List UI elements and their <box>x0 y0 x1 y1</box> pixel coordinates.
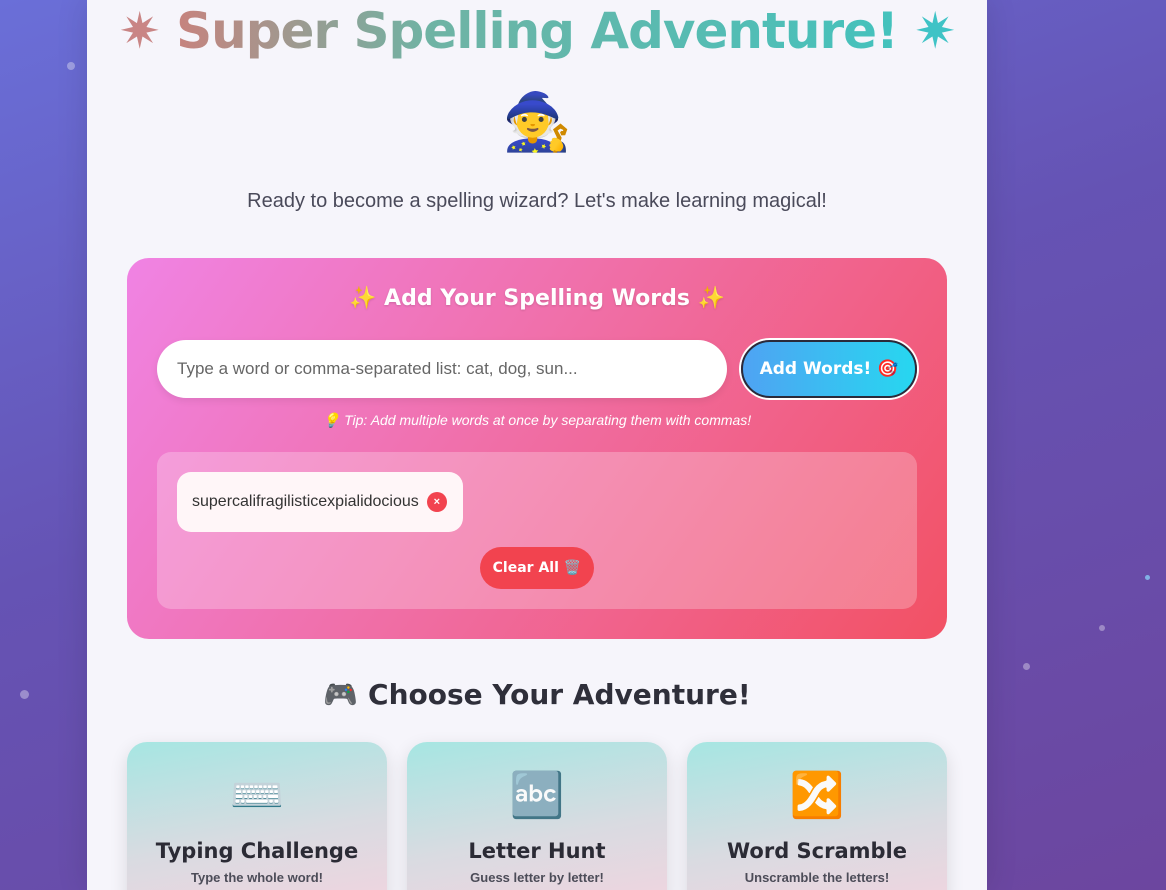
wizard-mascot-icon: 🧙 <box>502 90 572 155</box>
mode-card-word-scramble[interactable]: 🔀 Word Scramble Unscramble the letters! <box>687 742 947 890</box>
clear-all-button-label: Clear All <box>492 560 559 576</box>
abc-icon: 🔤 <box>509 770 565 821</box>
word-chip: supercalifragilisticexpialidocious × <box>177 472 463 532</box>
trash-icon: 🗑️ <box>563 560 582 576</box>
background-sparkle <box>1145 575 1150 580</box>
tip-text: 💡 Tip: Add multiple words at once by sep… <box>322 412 752 428</box>
mode-description: Guess letter by letter! <box>470 870 604 885</box>
background-sparkle <box>20 690 29 699</box>
app-title-text: Super Spelling Adventure! <box>176 2 899 60</box>
background-sparkle <box>1023 663 1030 670</box>
background-sparkle <box>1099 625 1105 631</box>
subtitle: Ready to become a spelling wizard? Let's… <box>247 190 827 212</box>
choose-adventure-heading: 🎮 Choose Your Adventure! <box>323 678 751 711</box>
star-right-icon: ✷ <box>914 2 956 60</box>
word-chip-label: supercalifragilisticexpialidocious <box>192 493 419 510</box>
add-words-button-label: Add Words! <box>759 359 872 379</box>
target-icon: 🎯 <box>877 359 899 379</box>
add-words-title: ✨ Add Your Spelling Words ✨ <box>349 286 725 311</box>
mode-title: Word Scramble <box>727 839 907 863</box>
mode-title: Typing Challenge <box>155 839 359 863</box>
word-input[interactable] <box>157 340 727 398</box>
mode-description: Unscramble the letters! <box>744 870 890 885</box>
mode-title: Letter Hunt <box>468 839 606 863</box>
star-left-icon: ✷ <box>118 2 161 60</box>
mode-card-typing-challenge[interactable]: ⌨️ Typing Challenge Type the whole word! <box>127 742 387 890</box>
word-list: supercalifragilisticexpialidocious × Cle… <box>157 452 917 609</box>
keyboard-icon: ⌨️ <box>229 770 285 821</box>
clear-all-button[interactable]: Clear All 🗑️ <box>480 547 594 589</box>
remove-word-icon[interactable]: × <box>426 492 447 512</box>
mode-card-letter-hunt[interactable]: 🔤 Letter Hunt Guess letter by letter! <box>407 742 667 890</box>
main-panel: ✷ Super Spelling Adventure! ✷ 🧙 Ready to… <box>87 0 987 890</box>
add-words-button[interactable]: Add Words! 🎯 <box>741 340 917 398</box>
app-title: ✷ Super Spelling Adventure! ✷ <box>87 2 987 60</box>
add-words-card: ✨ Add Your Spelling Words ✨ Add Words! 🎯… <box>127 258 947 639</box>
mode-description: Type the whole word! <box>191 870 323 885</box>
background-sparkle <box>67 62 75 70</box>
shuffle-icon: 🔀 <box>789 770 845 821</box>
